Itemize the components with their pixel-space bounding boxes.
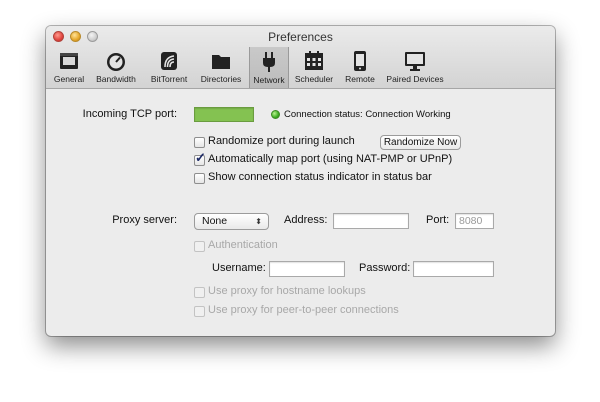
auto-map-port-label: Automatically map port (using NAT-PMP or…: [208, 153, 453, 165]
tab-label: Network: [253, 75, 285, 85]
plug-icon: [263, 52, 275, 72]
tab-label: Directories: [200, 74, 242, 84]
tab-remote[interactable]: Remote: [340, 46, 380, 86]
select-arrows-icon: ⬍: [255, 217, 262, 226]
show-status-indicator-label: Show connection status indicator in stat…: [208, 171, 432, 183]
incoming-port-label: Incoming TCP port:: [82, 108, 177, 120]
proxy-address-label: Address:: [284, 214, 328, 226]
checkmark-icon: ✓: [195, 150, 206, 165]
calendar-icon: [305, 51, 323, 70]
proxy-server-select[interactable]: None ⬍: [194, 213, 269, 230]
proxy-address-field[interactable]: [333, 213, 409, 229]
connection-status-text: Connection status: Connection Working: [284, 109, 451, 120]
randomize-now-button[interactable]: Randomize Now: [380, 135, 461, 150]
bandwidth-gauge-icon: [107, 53, 125, 71]
network-pane: Incoming TCP port: Connection status: Co…: [46, 89, 555, 336]
window-title: Preferences: [268, 30, 333, 44]
titlebar: Preferences General Bandwidth BitTorrent…: [46, 26, 555, 89]
proxy-peer-connections-label: Use proxy for peer-to-peer connections: [208, 304, 399, 316]
tab-label: BitTorrent: [150, 74, 188, 84]
authentication-checkbox[interactable]: [194, 241, 205, 252]
username-field[interactable]: [269, 261, 345, 277]
tab-label: General: [53, 74, 85, 84]
connection-status-indicator: [271, 110, 280, 119]
tab-general[interactable]: General: [50, 46, 88, 86]
password-label: Password:: [359, 262, 411, 274]
randomize-port-checkbox[interactable]: [194, 137, 205, 148]
folder-icon: [212, 55, 230, 69]
tab-paired-devices[interactable]: Paired Devices: [382, 46, 448, 86]
preferences-window: Preferences General Bandwidth BitTorrent…: [46, 26, 555, 336]
tab-bandwidth[interactable]: Bandwidth: [90, 46, 142, 86]
authentication-label: Authentication: [208, 239, 278, 251]
proxy-server-value: None: [202, 215, 228, 227]
proxy-hostname-lookups-label: Use proxy for hostname lookups: [208, 285, 366, 297]
general-icon: [60, 53, 78, 69]
tab-network[interactable]: Network: [249, 47, 289, 88]
proxy-hostname-lookups-checkbox[interactable]: [194, 287, 205, 298]
proxy-server-label: Proxy server:: [112, 214, 177, 226]
password-field[interactable]: [413, 261, 494, 277]
auto-map-port-checkbox[interactable]: ✓: [194, 151, 206, 166]
show-status-indicator-checkbox[interactable]: [194, 173, 205, 184]
tab-label: Paired Devices: [386, 74, 444, 84]
proxy-port-label: Port:: [426, 214, 450, 226]
proxy-port-field[interactable]: 8080: [455, 213, 494, 229]
tab-directories[interactable]: Directories: [196, 46, 246, 86]
tab-bittorrent[interactable]: BitTorrent: [144, 46, 194, 86]
tab-label: Scheduler: [294, 74, 334, 84]
tab-label: Remote: [345, 74, 375, 84]
tab-label: Bandwidth: [96, 74, 136, 84]
incoming-port-field[interactable]: [194, 107, 254, 122]
tab-scheduler[interactable]: Scheduler: [291, 46, 337, 86]
randomize-port-label: Randomize port during launch: [208, 135, 355, 147]
username-label: Username:: [212, 262, 266, 274]
proxy-peer-connections-checkbox[interactable]: [194, 306, 205, 317]
remote-device-icon: [354, 51, 366, 71]
bittorrent-icon: [161, 52, 177, 70]
monitor-icon: [405, 52, 425, 71]
